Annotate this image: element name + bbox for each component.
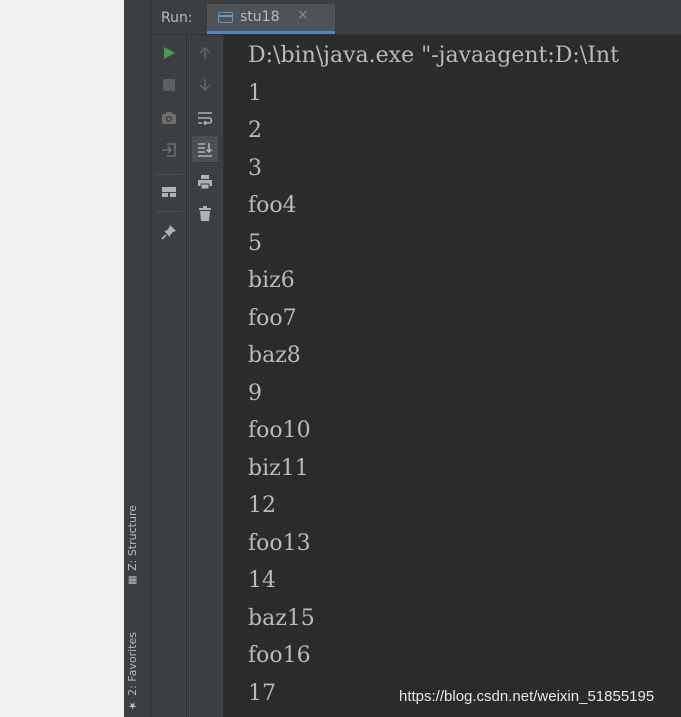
console-output[interactable]: D:\bin\java.exe "-javaagent:D:\Int 1 2 3 foo… [224, 35, 681, 717]
console-line: foo7 [248, 305, 297, 331]
run-header: Run: stu18 × [151, 0, 681, 35]
exit-button[interactable] [156, 137, 182, 163]
run-toolbar-left [151, 35, 187, 717]
scroll-to-end-button[interactable] [192, 136, 218, 162]
structure-label: Z: Structure [126, 505, 139, 571]
play-icon [164, 47, 175, 59]
console-line: 2 [248, 118, 262, 143]
console-line: foo10 [248, 418, 311, 443]
soft-wrap-icon [198, 112, 213, 125]
console-line: 5 [248, 230, 262, 256]
arrow-down-icon [199, 79, 211, 92]
desktop-background [0, 0, 124, 717]
stop-button[interactable] [156, 72, 182, 98]
stop-icon [163, 79, 175, 91]
console-line: baz15 [248, 605, 315, 631]
layout-button[interactable] [156, 179, 182, 205]
soft-wrap-button[interactable] [192, 105, 218, 131]
favorites-label: 2: Favorites [126, 632, 139, 696]
console-line: 17 [248, 680, 276, 706]
console-icon [218, 12, 233, 23]
close-icon[interactable]: × [297, 7, 309, 23]
toolbar-separator [156, 174, 182, 175]
favorites-tool-button[interactable]: ★ 2: Favorites [126, 632, 139, 714]
command-line: D:\bin\java.exe "-javaagent:D:\Int [248, 43, 619, 68]
structure-icon: ▦ [127, 574, 138, 586]
run-toolbar-right [187, 35, 224, 717]
print-button[interactable] [192, 169, 218, 195]
dump-threads-button[interactable] [156, 105, 182, 131]
pin-icon [161, 225, 176, 240]
console-line: 1 [248, 80, 262, 106]
rerun-button[interactable] [156, 40, 182, 66]
tab-stu18[interactable]: stu18 × [207, 4, 335, 34]
run-label: Run: [161, 10, 193, 26]
scroll-to-end-icon [198, 143, 213, 157]
toolbar-separator [156, 211, 182, 212]
structure-tool-button[interactable]: ▦ Z: Structure [126, 505, 139, 589]
arrow-up-icon [199, 46, 211, 59]
console-line: biz11 [248, 455, 309, 481]
console-line: 9 [248, 380, 262, 406]
down-stack-button[interactable] [192, 72, 218, 98]
pin-tab-button[interactable] [156, 219, 182, 245]
left-tool-stripe: ▦ Z: Structure ★ 2: Favorites [124, 0, 151, 717]
print-icon [198, 175, 212, 190]
console-line: foo4 [248, 193, 297, 218]
run-tool-window: ▦ Z: Structure ★ 2: Favorites Run: stu18… [124, 0, 681, 717]
console-line: foo13 [248, 530, 311, 556]
camera-icon [162, 112, 176, 124]
star-icon: ★ [127, 699, 138, 711]
trash-icon [199, 206, 211, 221]
console-line: biz6 [248, 268, 295, 293]
up-stack-button[interactable] [192, 40, 218, 66]
console-line: baz8 [248, 343, 301, 368]
watermark: https://blog.csdn.net/weixin_51855195 [399, 688, 655, 705]
exit-icon [162, 143, 176, 157]
console-line: 14 [248, 568, 276, 593]
tab-title: stu18 [240, 9, 280, 25]
clear-all-button[interactable] [192, 201, 218, 227]
console-line: 3 [248, 155, 262, 181]
console-line: 12 [248, 493, 276, 518]
layout-icon [162, 187, 176, 197]
console-line: foo16 [248, 643, 311, 668]
